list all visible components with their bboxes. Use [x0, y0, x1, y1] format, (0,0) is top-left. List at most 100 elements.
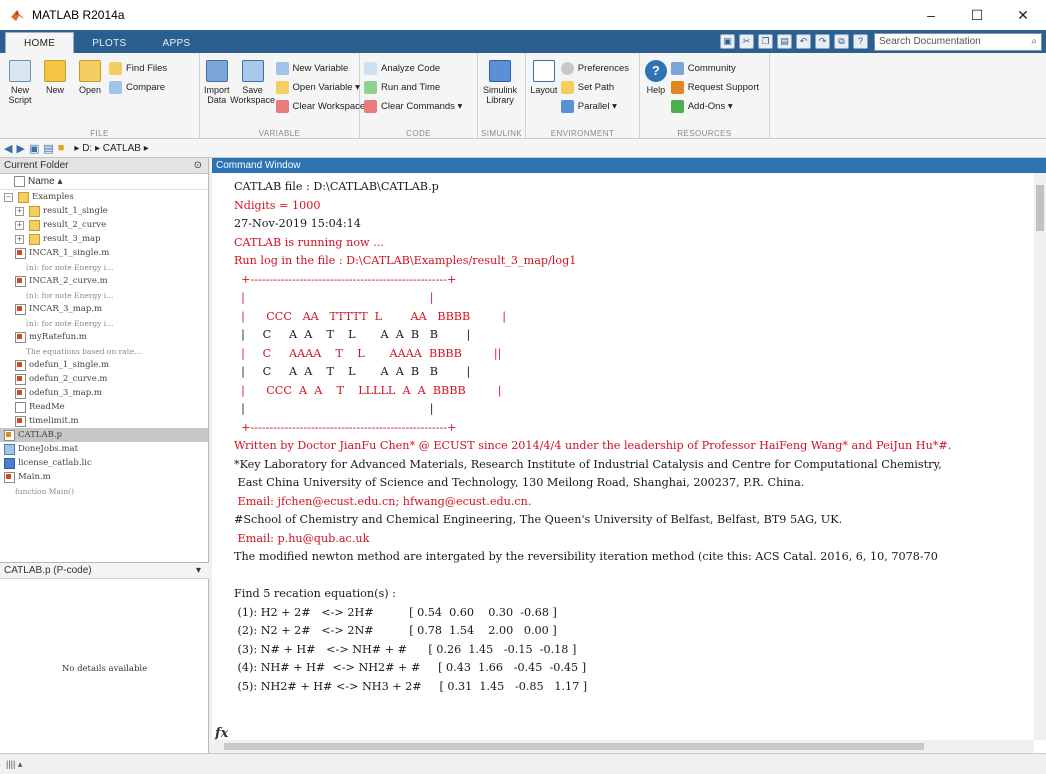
file-tree-item[interactable]: timelimit.m: [0, 414, 208, 428]
add-ons-button[interactable]: Add-Ons ▾: [670, 97, 759, 116]
save-workspace-button[interactable]: Save Workspace: [230, 57, 275, 139]
browse-folder-icon[interactable]: ▤: [43, 142, 53, 155]
file-tree-item[interactable]: − Examples: [0, 190, 208, 204]
ribbon-group-resources: ? Help Community Request Support Add-Ons…: [640, 53, 770, 139]
file-tree-label: (n): for note Energy i...: [26, 318, 114, 328]
file-tree-item[interactable]: Main.m: [0, 470, 208, 484]
close-button[interactable]: ✕: [1000, 0, 1046, 30]
search-documentation-input[interactable]: Search Documentation ⌕: [874, 32, 1042, 51]
file-tree-item[interactable]: INCAR_2_curve.m: [0, 274, 208, 288]
compare-button[interactable]: Compare: [109, 78, 167, 97]
find-files-button[interactable]: Find Files: [109, 59, 167, 78]
community-button[interactable]: Community: [670, 59, 759, 78]
collapse-icon[interactable]: −: [4, 192, 13, 202]
file-tree-item[interactable]: DoneJobs.mat: [0, 442, 208, 456]
set-path-label: Set Path: [577, 82, 615, 93]
vertical-scroll-thumb[interactable]: [1036, 185, 1044, 231]
file-tree-item[interactable]: + result_2_curve: [0, 218, 208, 232]
file-group-label: FILE: [90, 129, 109, 138]
file-tree-label: Examples: [32, 192, 74, 202]
set-path-button[interactable]: Set Path: [560, 78, 629, 97]
file-tree-item[interactable]: CATLAB.p: [0, 428, 208, 442]
redo-icon[interactable]: ↷: [815, 34, 830, 49]
open-button[interactable]: Open: [74, 57, 106, 139]
new-button[interactable]: New: [39, 57, 71, 139]
search-icon[interactable]: ⌕: [1031, 36, 1037, 47]
clear-commands-button[interactable]: Clear Commands ▾: [364, 97, 462, 116]
community-label: Community: [687, 63, 736, 74]
undo-icon[interactable]: ↶: [796, 34, 811, 49]
file-tree-label: odefun_3_map.m: [29, 388, 102, 398]
file-tree-item[interactable]: odefun_3_map.m: [0, 386, 208, 400]
details-panel-header[interactable]: CATLAB.p (P-code) ▾: [0, 562, 209, 579]
analyze-code-button[interactable]: Analyze Code: [364, 59, 462, 78]
minimize-button[interactable]: –: [908, 0, 954, 30]
clear-workspace-button[interactable]: Clear Workspace ▾: [275, 97, 373, 116]
file-tree-item[interactable]: license_catlab.lic: [0, 456, 208, 470]
request-support-button[interactable]: Request Support: [670, 78, 759, 97]
import-data-button[interactable]: Import Data: [204, 57, 230, 139]
file-description: The equations based on rate...: [0, 344, 208, 358]
open-variable-button[interactable]: Open Variable ▾: [275, 78, 373, 97]
file-tree-item[interactable]: INCAR_3_map.m: [0, 302, 208, 316]
function-browser-icon[interactable]: fx: [215, 726, 228, 741]
help-button[interactable]: ? Help: [644, 57, 668, 139]
panel-actions-icon[interactable]: ⊙: [194, 160, 202, 171]
name-column-header[interactable]: Name ▴: [0, 174, 208, 190]
help-label: Help: [646, 85, 666, 95]
current-path[interactable]: ▸ D: ▸ CATLAB ▸: [74, 143, 148, 154]
file-tree-item[interactable]: + result_3_map: [0, 232, 208, 246]
expand-icon[interactable]: +: [15, 234, 24, 244]
file-tree-label: result_1_single: [43, 206, 108, 216]
file-tree-label: ReadMe: [29, 402, 65, 412]
tab-plots[interactable]: PLOTS: [74, 33, 144, 53]
paste-icon[interactable]: ▤: [777, 34, 792, 49]
preferences-button[interactable]: Preferences: [560, 59, 629, 78]
file-tree-item[interactable]: INCAR_1_single.m: [0, 246, 208, 260]
file-tree-label: result_2_curve: [43, 220, 107, 230]
cut-icon[interactable]: ✂: [739, 34, 754, 49]
file-tree-item[interactable]: + result_1_single: [0, 204, 208, 218]
file-tree-item[interactable]: odefun_1_single.m: [0, 358, 208, 372]
new-plus-icon: [44, 60, 66, 82]
maximize-button[interactable]: ☐: [954, 0, 1000, 30]
file-tree-label: Main.m: [18, 472, 51, 482]
tab-home[interactable]: HOME: [5, 32, 75, 53]
copy-icon[interactable]: ❐: [758, 34, 773, 49]
file-tree-item[interactable]: myRatefun.m: [0, 330, 208, 344]
open-label: Open: [78, 85, 102, 95]
preferences-gear-icon: [560, 62, 574, 75]
horizontal-scroll-thumb[interactable]: [224, 743, 924, 750]
layout-button[interactable]: Layout: [530, 57, 558, 139]
file-tree-item[interactable]: odefun_2_curve.m: [0, 372, 208, 386]
chevron-down-icon[interactable]: ▾: [196, 565, 201, 576]
simulink-library-button[interactable]: Simulink Library: [482, 57, 518, 139]
file-description: (n): for note Energy i...: [0, 288, 208, 302]
tab-apps[interactable]: APPS: [145, 33, 209, 53]
back-arrow-icon[interactable]: ◀: [4, 142, 12, 155]
save-icon[interactable]: ▣: [720, 34, 735, 49]
expand-icon[interactable]: +: [15, 206, 24, 216]
forward-arrow-icon[interactable]: ▶: [16, 142, 24, 155]
file-description: function Main(): [0, 484, 208, 498]
horizontal-scrollbar[interactable]: [212, 740, 1034, 753]
new-variable-button[interactable]: New Variable: [275, 59, 373, 78]
vertical-scrollbar[interactable]: [1034, 173, 1046, 740]
command-window-output[interactable]: CATLAB file : D:\CATLAB\CATLAB.p Ndigits …: [212, 173, 1034, 740]
parallel-button[interactable]: Parallel ▾: [560, 97, 629, 116]
simulink-library-label: Simulink Library: [482, 85, 517, 105]
file-tree-item[interactable]: ReadMe: [0, 400, 208, 414]
m-file-icon: [15, 415, 26, 427]
expand-icon[interactable]: +: [15, 220, 24, 230]
switch-windows-icon[interactable]: ⧉: [834, 34, 849, 49]
help-icon[interactable]: ?: [853, 34, 868, 49]
new-variable-label: New Variable: [292, 63, 349, 74]
new-script-button[interactable]: New Script: [4, 57, 36, 139]
command-output-line: (4): NH# + H# <-> NH2# + # [ 0.43 1.66 -…: [234, 661, 587, 674]
command-output-line: (1): H2 + 2# <-> 2H# [ 0.54 0.60 0.30 -0…: [234, 605, 557, 619]
up-folder-icon[interactable]: ▣: [29, 142, 39, 155]
run-and-time-button[interactable]: Run and Time: [364, 78, 462, 97]
file-tree-label: INCAR_2_curve.m: [29, 276, 108, 286]
command-output-line: | C A A T L A A B B |: [234, 328, 471, 341]
command-output-line: Email: p.hu@qub.ac.uk: [234, 531, 370, 545]
